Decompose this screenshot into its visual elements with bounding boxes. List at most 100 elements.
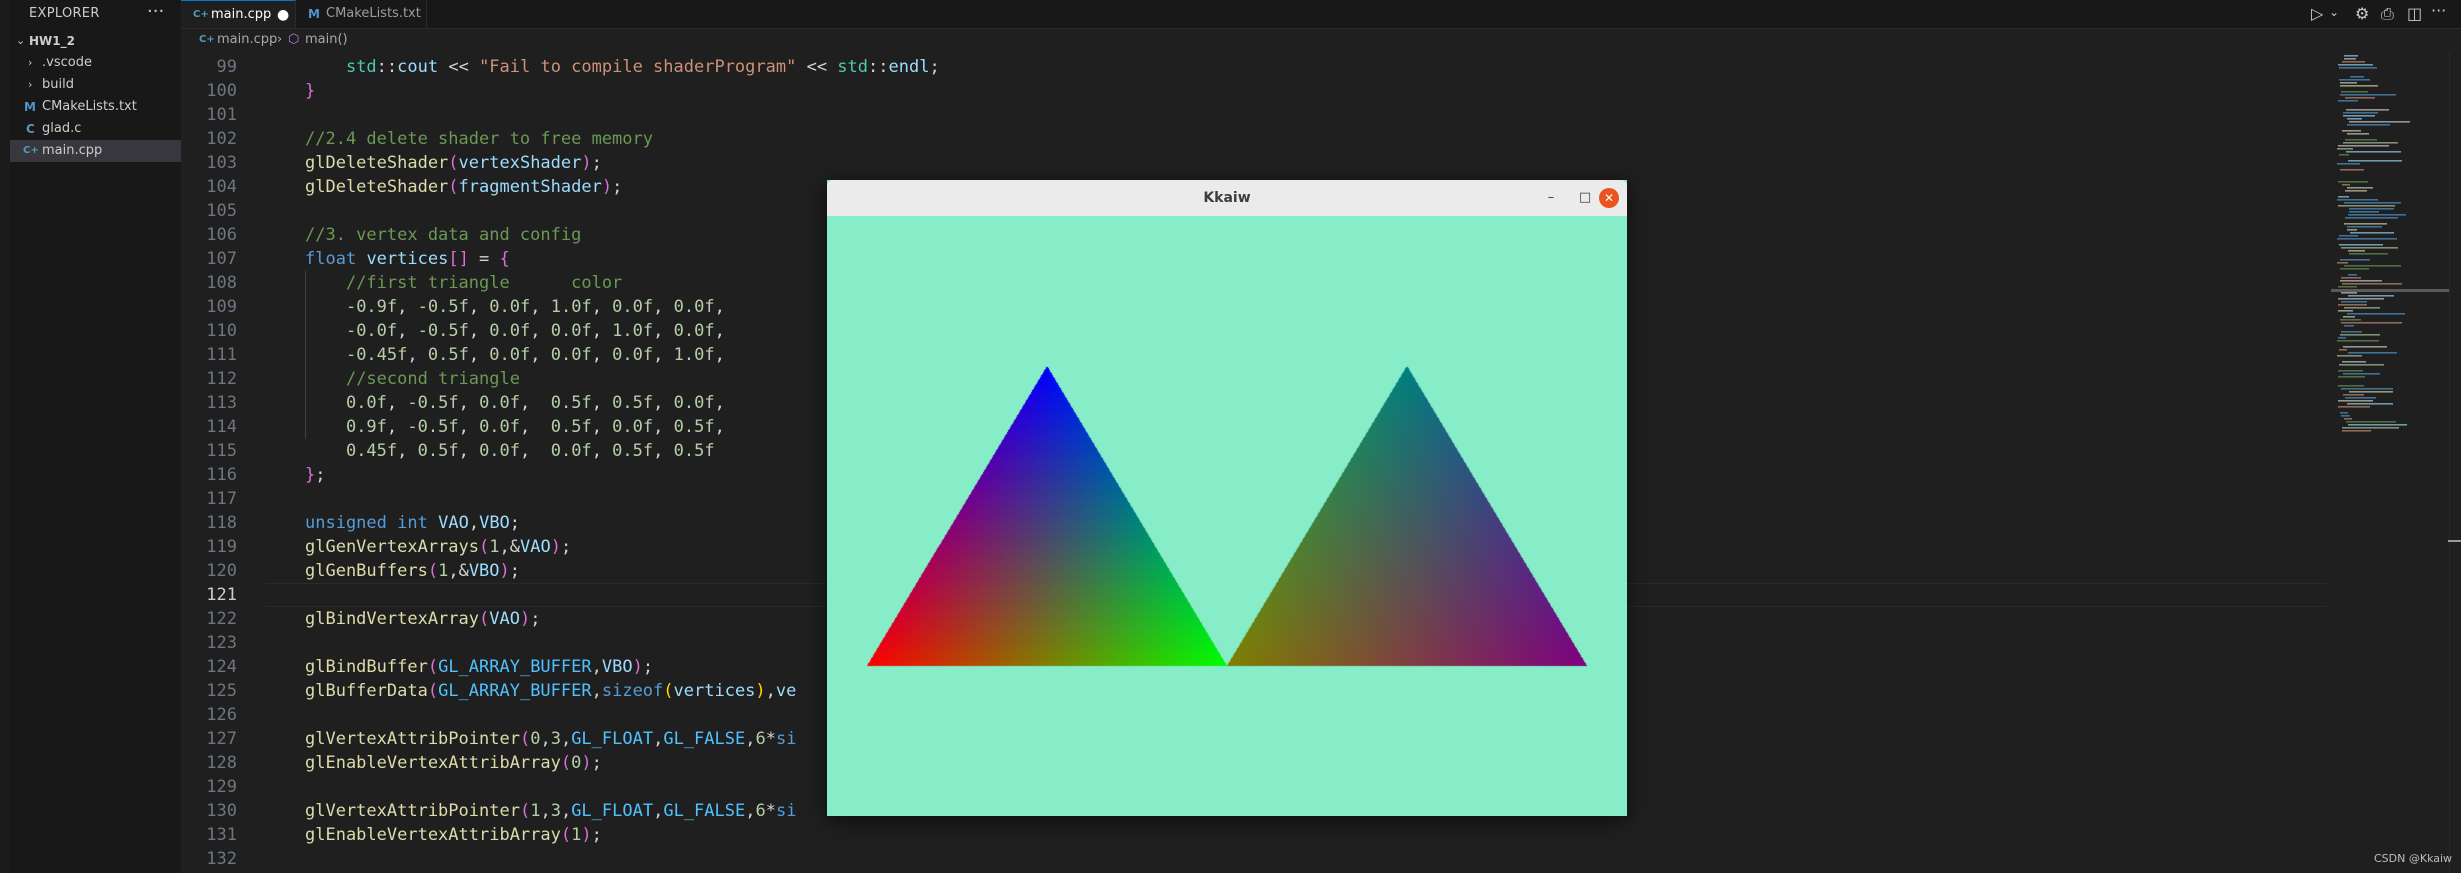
code-line[interactable]: 100} (181, 79, 2331, 103)
line-number: 123 (206, 633, 237, 653)
watermark: CSDN @Kkaiw (2374, 852, 2453, 865)
split-editor-icon[interactable]: ◫ (2407, 4, 2422, 23)
tree-item-glad[interactable]: C glad.c (10, 118, 181, 140)
minimap-line (2342, 184, 2350, 186)
minimap-line (2341, 292, 2357, 294)
opengl-window[interactable]: Kkaiw – □ ✕ (827, 180, 1627, 816)
minimap-line (2340, 85, 2378, 87)
code-line[interactable]: 101 (181, 103, 2331, 127)
vertical-scrollbar[interactable] (2449, 51, 2461, 873)
tree-item-label: main.cpp (42, 143, 103, 158)
debug-icon[interactable]: ⎙ (2381, 4, 2394, 24)
minimap-line (2347, 124, 2390, 126)
tree-item-cmakelists[interactable]: M CMakeLists.txt (10, 96, 181, 118)
cmake-file-icon: M (308, 7, 320, 21)
minimap-line (2340, 412, 2348, 414)
line-code: glVertexAttribPointer(0,3,GL_FLOAT,GL_FA… (305, 729, 797, 749)
tree-item-vscode[interactable]: › .vscode (10, 52, 181, 74)
minimap-line (2345, 139, 2377, 141)
project-folder[interactable]: ⌄ HW1_2 (10, 30, 181, 52)
minimap-line (2339, 364, 2384, 366)
line-code: //2.4 delete shader to free memory (305, 129, 653, 149)
run-icon[interactable]: ▷ (2311, 4, 2323, 23)
minimap-line (2341, 247, 2398, 249)
minimap-line (2338, 100, 2358, 102)
line-number: 125 (206, 681, 237, 701)
tree-item-main-cpp[interactable]: C+ main.cpp (10, 140, 181, 162)
line-code: float vertices[] = { (305, 249, 510, 269)
minimap-line (2340, 334, 2380, 336)
breadcrumb-file[interactable]: main.cpp (217, 29, 277, 51)
minimap-line (2343, 394, 2364, 396)
minimap-line (2343, 142, 2398, 144)
gear-icon[interactable]: ⚙ (2355, 4, 2369, 23)
code-line[interactable]: 132 (181, 847, 2331, 871)
line-code: glDeleteShader(fragmentShader); (305, 177, 623, 197)
line-number: 101 (206, 105, 237, 125)
close-button[interactable]: ✕ (1599, 188, 1619, 208)
window-titlebar[interactable]: Kkaiw – □ ✕ (827, 180, 1627, 216)
tab-cmakelists[interactable]: M CMakeLists.txt (296, 0, 427, 28)
line-number: 115 (206, 441, 237, 461)
maximize-button[interactable]: □ (1575, 188, 1595, 208)
code-line[interactable]: 131 glEnableVertexAttribArray(1); (181, 823, 2331, 847)
minimap-line (2347, 229, 2357, 231)
line-number: 124 (206, 657, 237, 677)
line-number: 128 (206, 753, 237, 773)
minimap[interactable] (2331, 51, 2449, 873)
project-name: HW1_2 (29, 34, 75, 48)
line-code: glVertexAttribPointer(1,3,GL_FLOAT,GL_FA… (305, 801, 797, 821)
minimap-line (2341, 331, 2362, 333)
tree-item-label: CMakeLists.txt (42, 99, 137, 114)
line-code: -0.0f, -0.5f, 0.0f, 0.0f, 1.0f, 0.0f, (345, 321, 725, 341)
minimize-button[interactable]: – (1541, 188, 1561, 208)
minimap-line (2337, 238, 2397, 240)
minimap-line (2348, 160, 2402, 162)
line-code: //first triangle color (345, 273, 623, 293)
tab-label: main.cpp (211, 7, 272, 22)
minimap-line (2337, 355, 2362, 357)
unsaved-dot-icon[interactable]: ● (277, 1, 289, 29)
window-title: Kkaiw (1203, 190, 1251, 206)
line-code: glBindVertexArray(VAO); (305, 609, 541, 629)
minimap-line (2349, 391, 2393, 393)
scrollbar-cursor-marker (2448, 540, 2461, 542)
minimap-line (2348, 424, 2407, 426)
tree-item-label: glad.c (42, 121, 82, 136)
tree-item-build[interactable]: › build (10, 74, 181, 96)
line-number: 109 (206, 297, 237, 317)
minimap-line (2343, 373, 2380, 375)
render-canvas (827, 216, 1627, 816)
line-code: 0.45f, 0.5f, 0.0f, 0.0f, 0.5f, 0.5f (345, 441, 715, 461)
more-actions-icon[interactable]: ··· (2431, 1, 2446, 20)
minimap-line (2346, 109, 2389, 111)
minimap-line (2340, 94, 2396, 96)
breadcrumb-symbol[interactable]: main() (305, 29, 348, 51)
minimap-line (2347, 226, 2382, 228)
minimap-line (2349, 208, 2394, 210)
breadcrumb-separator: › (277, 32, 283, 47)
line-number: 132 (206, 849, 237, 869)
minimap-line (2339, 349, 2347, 351)
minimap-line (2339, 79, 2370, 81)
minimap-line (2338, 205, 2395, 207)
explorer-more-icon[interactable]: ··· (147, 1, 164, 22)
line-code: glEnableVertexAttribArray(0); (305, 753, 602, 773)
line-number: 113 (206, 393, 237, 413)
code-line[interactable]: 102 //2.4 delete shader to free memory (181, 127, 2331, 151)
minimap-line (2344, 58, 2356, 60)
minimap-line (2338, 286, 2357, 288)
line-code: }; (305, 465, 326, 485)
code-line[interactable]: 99 std::cout << "Fail to compile shaderP… (181, 55, 2331, 79)
code-line[interactable]: 103 glDeleteShader(vertexShader); (181, 151, 2331, 175)
activity-edge (0, 0, 10, 873)
chevron-down-icon[interactable]: ⌄ (2329, 5, 2339, 19)
line-number: 121 (206, 585, 237, 605)
line-number: 129 (206, 777, 237, 797)
tab-main-cpp[interactable]: C+ main.cpp ● (181, 0, 296, 28)
minimap-line (2344, 223, 2387, 225)
minimap-line (2343, 115, 2375, 117)
minimap-line (2342, 283, 2402, 285)
minimap-line (2338, 298, 2384, 300)
minimap-line (2345, 190, 2367, 192)
